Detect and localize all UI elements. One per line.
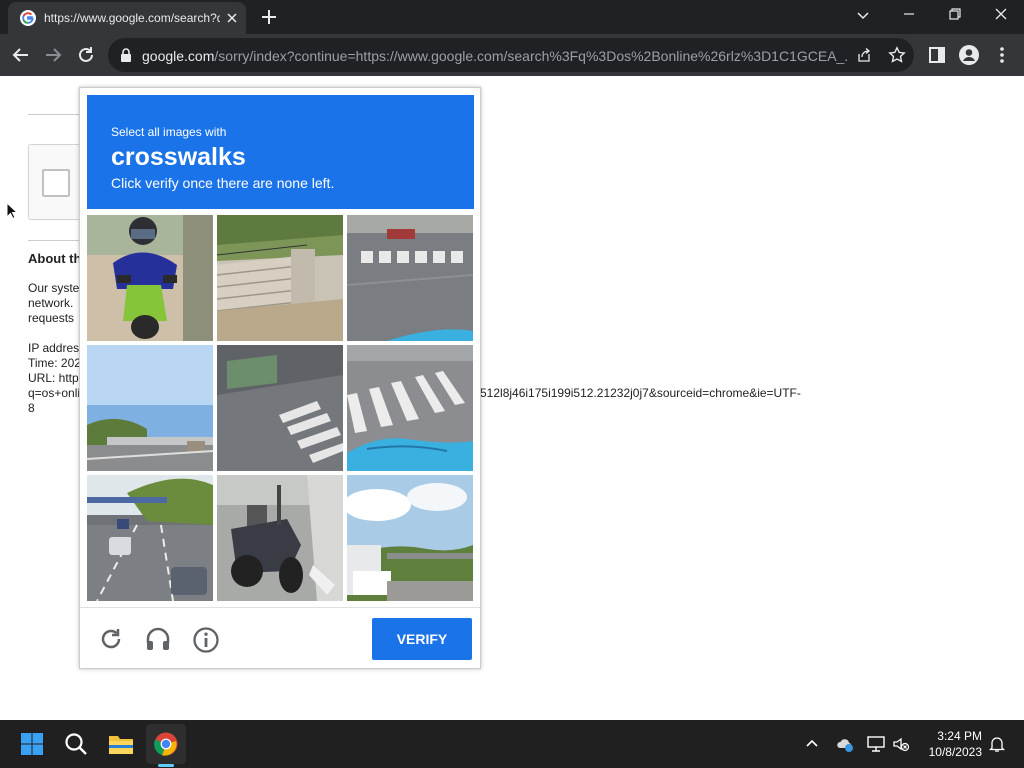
active-app-indicator bbox=[158, 764, 174, 767]
stone-wall-image bbox=[217, 215, 343, 341]
address-bar[interactable]: google.com/sorry/index?continue=https://… bbox=[108, 38, 914, 72]
about-line: requests bbox=[28, 311, 75, 325]
highway-sky-image bbox=[87, 345, 213, 471]
image-tile-6[interactable] bbox=[347, 345, 473, 471]
about-line: network. bbox=[28, 296, 74, 310]
browser-tab[interactable]: https://www.google.com/search?q=os+onlin… bbox=[8, 2, 246, 34]
search-icon[interactable] bbox=[64, 732, 88, 756]
window-close-icon[interactable] bbox=[990, 4, 1012, 24]
clock-date: 10/8/2023 bbox=[928, 745, 982, 759]
system-clock[interactable]: 3:24 PM 10/8/2023 bbox=[918, 728, 982, 760]
forward-arrow-icon[interactable] bbox=[42, 44, 64, 66]
about-line: Our systems have detected unusual traffi… bbox=[28, 281, 80, 295]
info-line: 8 bbox=[28, 401, 35, 415]
challenge-keyword: crosswalks bbox=[111, 143, 246, 171]
image-tile-8[interactable] bbox=[217, 475, 343, 601]
new-tab-icon[interactable] bbox=[258, 6, 280, 28]
about-text: Our systems have detected unusual traffi… bbox=[28, 281, 80, 326]
show-hidden-icons-chevron-icon[interactable] bbox=[804, 736, 820, 752]
info-line: URL: https:// bbox=[28, 371, 80, 385]
tab-search-chevron-icon[interactable] bbox=[852, 5, 874, 25]
crosswalk-street-image bbox=[347, 345, 473, 471]
verify-button[interactable]: VERIFY bbox=[372, 618, 472, 660]
image-tile-1[interactable] bbox=[87, 215, 213, 341]
tab-title: https://www.google.com/search?q=os+onlin… bbox=[44, 11, 220, 25]
image-tile-3[interactable] bbox=[347, 215, 473, 341]
back-arrow-icon[interactable] bbox=[10, 44, 32, 66]
request-info: IP address: Time: 2023 URL: https:// q=o… bbox=[28, 341, 80, 416]
info-line: Time: 2023 bbox=[28, 356, 80, 370]
windows-start-icon[interactable] bbox=[20, 732, 44, 756]
image-tile-7[interactable] bbox=[87, 475, 213, 601]
share-icon[interactable] bbox=[856, 47, 872, 63]
bookmark-star-icon[interactable] bbox=[888, 46, 906, 64]
truck-sky-image bbox=[347, 475, 473, 601]
info-line: IP address: bbox=[28, 341, 80, 355]
challenge-header: Select all images with crosswalks Click … bbox=[87, 95, 474, 209]
motorcycle-rider-image bbox=[87, 215, 213, 341]
tab-close-icon[interactable] bbox=[224, 10, 240, 26]
audio-challenge-icon[interactable] bbox=[144, 625, 172, 653]
divider bbox=[28, 240, 80, 241]
image-tile-9[interactable] bbox=[347, 475, 473, 601]
file-explorer-icon[interactable] bbox=[108, 732, 134, 756]
about-heading: About this page bbox=[28, 251, 80, 266]
reload-icon[interactable] bbox=[75, 44, 97, 66]
side-panel-icon[interactable] bbox=[928, 46, 946, 64]
reload-challenge-icon[interactable] bbox=[98, 626, 124, 652]
notification-bell-icon[interactable] bbox=[988, 735, 1006, 753]
recaptcha-checkbox[interactable] bbox=[42, 169, 70, 197]
kebab-menu-icon[interactable] bbox=[996, 45, 1008, 65]
info-line: q=os+online bbox=[28, 386, 80, 400]
browser-toolbar: google.com/sorry/index?continue=https://… bbox=[0, 34, 1024, 76]
chrome-icon bbox=[154, 732, 178, 756]
mouse-pointer-icon bbox=[6, 202, 18, 220]
minimize-icon[interactable] bbox=[898, 4, 920, 24]
taskbar: 3:24 PM 10/8/2023 bbox=[0, 720, 1024, 768]
crosswalk-road-image bbox=[217, 345, 343, 471]
restore-icon[interactable] bbox=[944, 4, 966, 24]
request-url-tail: 512l8j46i175i199i512.21232j0j7&sourceid=… bbox=[480, 386, 801, 400]
divider bbox=[28, 114, 80, 115]
chrome-taskbar-button[interactable] bbox=[146, 724, 186, 764]
image-tile-4[interactable] bbox=[87, 345, 213, 471]
volume-muted-icon[interactable] bbox=[892, 735, 910, 753]
highway-cars-image bbox=[87, 475, 213, 601]
onedrive-cloud-icon[interactable] bbox=[836, 735, 854, 753]
google-favicon-icon bbox=[20, 10, 36, 26]
clock-time: 3:24 PM bbox=[937, 729, 982, 743]
tab-strip: https://www.google.com/search?q=os+onlin… bbox=[0, 0, 1024, 34]
url-host: google.com bbox=[142, 48, 215, 64]
url-path: /sorry/index?continue=https://www.google… bbox=[214, 48, 848, 64]
image-tile-5[interactable] bbox=[217, 345, 343, 471]
challenge-instruction: Select all images with bbox=[111, 125, 227, 139]
lock-icon[interactable] bbox=[120, 48, 132, 62]
url-text[interactable]: google.com/sorry/index?continue=https://… bbox=[142, 47, 848, 65]
recaptcha-challenge: Select all images with crosswalks Click … bbox=[79, 87, 481, 669]
info-icon[interactable] bbox=[192, 626, 220, 654]
challenge-hint: Click verify once there are none left. bbox=[111, 175, 335, 191]
profile-icon[interactable] bbox=[959, 45, 979, 65]
parked-motorcycle-image bbox=[217, 475, 343, 601]
crosswalk-road-image bbox=[347, 215, 473, 341]
image-tile-2[interactable] bbox=[217, 215, 343, 341]
footer-divider bbox=[80, 607, 480, 608]
network-icon[interactable] bbox=[866, 734, 886, 754]
